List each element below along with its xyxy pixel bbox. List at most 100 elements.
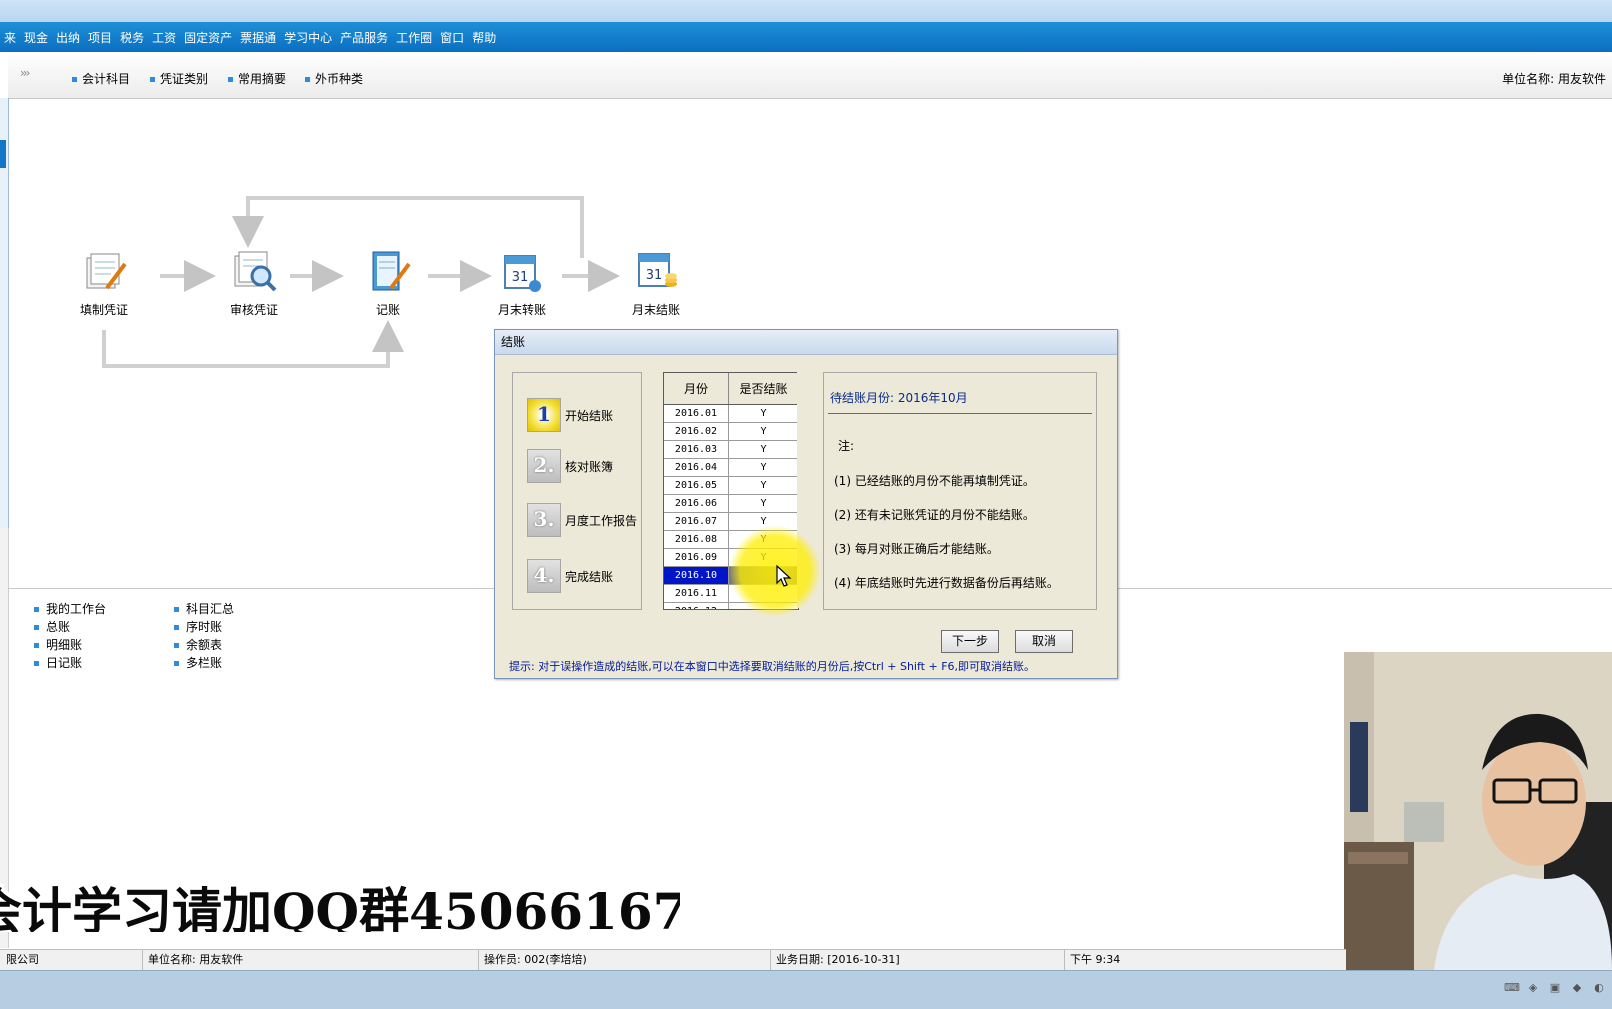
security-icon[interactable]: ◆: [1570, 981, 1584, 995]
dialog-title: 结账: [495, 330, 1117, 355]
hint-text: 提示: 对于误操作造成的结账,可以在本窗口中选择要取消结账的月份后,按Ctrl …: [509, 660, 1036, 673]
closed-flag-cell: Y: [760, 534, 767, 545]
flow-node-label: 审核凭证: [229, 303, 278, 317]
month-cell: 2016.10: [664, 567, 729, 584]
closed-flag-cell: Y: [760, 462, 767, 473]
month-row[interactable]: 2016.11: [664, 585, 798, 603]
note-item: (2) 还有未记账凭证的月份不能结账。: [834, 508, 1035, 522]
month-cell: 2016.08: [664, 531, 729, 548]
bullet-icon: [34, 625, 39, 630]
closed-flag-cell: [729, 603, 798, 609]
flow-node-fill-voucher[interactable]: 填制凭证: [64, 248, 144, 318]
bullet-icon: [34, 643, 39, 648]
closed-flag-cell: Y: [760, 516, 767, 527]
link-chronological-ledger[interactable]: 序时账: [174, 618, 222, 635]
month-cell: 2016.09: [664, 549, 729, 566]
keyboard-icon[interactable]: ⌨: [1504, 981, 1520, 995]
month-row[interactable]: 2016.12: [664, 603, 798, 609]
closed-flag-cell: [729, 567, 798, 584]
step-label: 完成结账: [565, 569, 614, 584]
month-row[interactable]: 2016.09 Y: [664, 549, 798, 567]
month-row[interactable]: 2016.01 Y: [664, 405, 798, 423]
closed-flag-cell: Y: [760, 444, 767, 455]
status-business-date: 业务日期: [2016-10-31]: [770, 950, 1065, 970]
status-unit: 单位名称: 用友软件: [142, 950, 479, 970]
step-monthly-report[interactable]: 3. 月度工作报告: [527, 503, 638, 537]
step-1-icon: 1: [527, 398, 561, 432]
month-row[interactable]: 2016.07 Y: [664, 513, 798, 531]
presenter-video-frame: [1344, 652, 1612, 970]
month-cell: 2016.12: [664, 603, 729, 609]
taskbar: ⌨ ◈ ▣ ◆ ◐: [0, 970, 1612, 1009]
step-label: 月度工作报告: [565, 513, 638, 528]
month-cell: 2016.02: [664, 423, 729, 440]
month-row[interactable]: 2016.10: [664, 567, 798, 585]
grid-rows: 2016.01 Y 2016.02 Y 2016.03 Y 2016.04 Y 2016.05 Y…: [664, 405, 798, 609]
system-tray: ⌨ ◈ ▣ ◆ ◐: [1504, 981, 1606, 995]
bullet-icon: [174, 625, 179, 630]
month-cell: 2016.07: [664, 513, 729, 530]
flow-node-label: 填制凭证: [79, 303, 128, 317]
link-journal[interactable]: 日记账: [34, 654, 82, 671]
grid-header: 月份 是否结账: [664, 373, 798, 405]
link-balance-sheet[interactable]: 余额表: [174, 636, 222, 653]
link-my-workbench[interactable]: 我的工作台: [34, 600, 106, 617]
flow-node-label: 记账: [375, 303, 400, 317]
bullet-icon: [34, 607, 39, 612]
month-row[interactable]: 2016.02 Y: [664, 423, 798, 441]
column-header-closed[interactable]: 是否结账: [729, 373, 798, 404]
link-multi-column-ledger[interactable]: 多栏账: [174, 654, 222, 671]
voucher-pen-icon: [86, 253, 127, 290]
flow-node-month-end-close[interactable]: 31 月末结账: [616, 248, 696, 318]
bullet-icon: [174, 607, 179, 612]
month-row[interactable]: 2016.08 Y: [664, 531, 798, 549]
step-start-closing[interactable]: 1 开始结账: [527, 398, 614, 432]
note-title: 注:: [838, 439, 855, 453]
flow-node-post[interactable]: 记账: [348, 248, 428, 318]
step-check-ledgers[interactable]: 2. 核对账簿: [527, 449, 613, 483]
bullet-icon: [34, 661, 39, 666]
status-operator: 操作员: 002(李培培): [478, 950, 771, 970]
column-header-month[interactable]: 月份: [664, 373, 729, 404]
step-4-icon: 4.: [527, 559, 561, 593]
ledger-pen-icon: [372, 251, 411, 291]
flow-connectors: [102, 196, 620, 368]
step-finish-closing[interactable]: 4. 完成结账: [527, 559, 614, 593]
link-detail-ledger[interactable]: 明细账: [34, 636, 82, 653]
volume-icon[interactable]: ◐: [1592, 981, 1606, 995]
info-divider: [828, 413, 1092, 414]
flow-loop-arrow: [102, 320, 404, 368]
month-row[interactable]: 2016.05 Y: [664, 477, 798, 495]
steps-panel: 1 开始结账 2. 核对账簿 3. 月度工作报告 4. 完成结账: [512, 372, 642, 610]
status-bar: 限公司 单位名称: 用友软件 操作员: 002(李培培) 业务日期: [2016…: [0, 949, 1346, 970]
flow-node-review-voucher[interactable]: 审核凭证: [214, 248, 294, 318]
display-icon[interactable]: ▣: [1548, 981, 1562, 995]
closed-flag-cell: Y: [760, 480, 767, 491]
month-status-grid[interactable]: 月份 是否结账 2016.01 Y 2016.02 Y 2016.03 Y 2016.04 Y…: [663, 372, 799, 610]
flow-node-month-end-transfer[interactable]: 31 月末转账: [482, 248, 562, 318]
flow-node-label: 月末转账: [497, 303, 546, 317]
closed-flag-cell: [729, 585, 798, 602]
month-cell: 2016.05: [664, 477, 729, 494]
month-row[interactable]: 2016.04 Y: [664, 459, 798, 477]
month-cell: 2016.03: [664, 441, 729, 458]
note-item: (3) 每月对账正确后才能结账。: [834, 542, 999, 556]
unit-name-label: 单位名称: 用友软件: [1502, 72, 1606, 86]
month-cell: 2016.04: [664, 459, 729, 476]
pending-month-label: 待结账月份: 2016年10月: [830, 391, 968, 405]
info-panel: 待结账月份: 2016年10月 注: (1) 已经结账的月份不能再填制凭证。 (…: [823, 372, 1097, 610]
next-step-button[interactable]: 下一步: [941, 630, 999, 653]
svg-text:31: 31: [646, 268, 663, 283]
webcam-overlay: [1344, 652, 1612, 970]
link-general-ledger[interactable]: 总账: [34, 618, 70, 635]
step-label: 开始结账: [565, 408, 614, 423]
network-icon[interactable]: ◈: [1526, 981, 1540, 995]
month-row[interactable]: 2016.06 Y: [664, 495, 798, 513]
month-row[interactable]: 2016.03 Y: [664, 441, 798, 459]
closed-flag-cell: Y: [760, 552, 767, 563]
video-caption-watermark: 会计学习请加QQ群450661672: [0, 882, 680, 932]
link-account-summary[interactable]: 科目汇总: [174, 600, 234, 617]
voucher-magnifier-icon: [234, 251, 277, 292]
cancel-button[interactable]: 取消: [1015, 630, 1073, 653]
flow-node-label: 月末结账: [631, 303, 680, 317]
